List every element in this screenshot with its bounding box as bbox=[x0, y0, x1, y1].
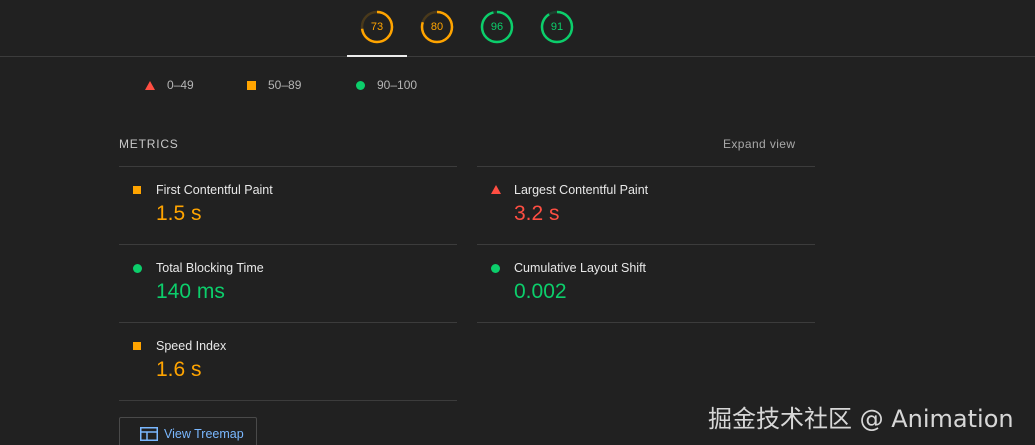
metric-title: Cumulative Layout Shift bbox=[514, 261, 647, 275]
divider bbox=[477, 322, 815, 323]
treemap-icon bbox=[140, 427, 158, 441]
performance-gauge[interactable]: 73 bbox=[359, 9, 395, 45]
metric-value: 0.002 bbox=[514, 280, 567, 303]
square-icon bbox=[133, 342, 141, 350]
circle-icon bbox=[356, 80, 365, 90]
metric-total-blocking-time: Total Blocking Time 140 ms bbox=[119, 244, 457, 322]
metric-value: 1.5 s bbox=[156, 202, 202, 225]
legend-fail: 0–49 bbox=[145, 77, 194, 93]
metric-title: Speed Index bbox=[156, 339, 227, 353]
triangle-icon bbox=[491, 185, 501, 194]
circle-icon bbox=[133, 264, 142, 273]
accessibility-gauge[interactable]: 80 bbox=[419, 9, 455, 45]
seo-gauge[interactable]: 91 bbox=[539, 9, 575, 45]
square-icon bbox=[133, 186, 141, 194]
legend-fail-label: 0–49 bbox=[167, 78, 194, 92]
legend-pass-label: 90–100 bbox=[377, 78, 418, 92]
legend-average: 50–89 bbox=[247, 77, 301, 93]
square-icon bbox=[247, 80, 256, 90]
metric-speed-index: Speed Index 1.6 s bbox=[119, 322, 457, 400]
active-gauge-indicator bbox=[347, 55, 407, 57]
view-treemap-button[interactable]: View Treemap bbox=[119, 417, 257, 445]
expand-view-toggle[interactable]: Expand view bbox=[723, 137, 795, 151]
metric-value: 1.6 s bbox=[156, 358, 202, 381]
score-bar: 73 80 96 91 bbox=[0, 0, 1035, 57]
metric-title: Total Blocking Time bbox=[156, 261, 264, 275]
performance-score: 73 bbox=[370, 21, 384, 33]
watermark: 掘金技术社区 @ Animation bbox=[708, 405, 1014, 433]
metric-first-contentful-paint: First Contentful Paint 1.5 s bbox=[119, 166, 457, 244]
metrics-heading: METRICS bbox=[119, 137, 179, 151]
triangle-icon bbox=[145, 80, 155, 90]
metric-largest-contentful-paint: Largest Contentful Paint 3.2 s bbox=[477, 166, 815, 244]
lighthouse-report: 73 80 96 91 0–49 50–89 90–100 METRICS Ex… bbox=[0, 0, 1035, 445]
legend-pass: 90–100 bbox=[356, 77, 417, 93]
divider bbox=[119, 400, 457, 401]
circle-icon bbox=[491, 264, 500, 273]
metric-title: First Contentful Paint bbox=[156, 183, 273, 197]
legend-average-label: 50–89 bbox=[268, 78, 302, 92]
metric-value: 140 ms bbox=[156, 280, 225, 303]
best-practices-gauge[interactable]: 96 bbox=[479, 9, 515, 45]
view-treemap-label: View Treemap bbox=[164, 427, 244, 441]
metric-cumulative-layout-shift: Cumulative Layout Shift 0.002 bbox=[477, 244, 815, 322]
metric-title: Largest Contentful Paint bbox=[514, 183, 649, 197]
accessibility-score: 80 bbox=[430, 21, 444, 33]
metric-value: 3.2 s bbox=[514, 202, 560, 225]
best-practices-score: 96 bbox=[490, 21, 504, 33]
seo-score: 91 bbox=[550, 21, 564, 33]
